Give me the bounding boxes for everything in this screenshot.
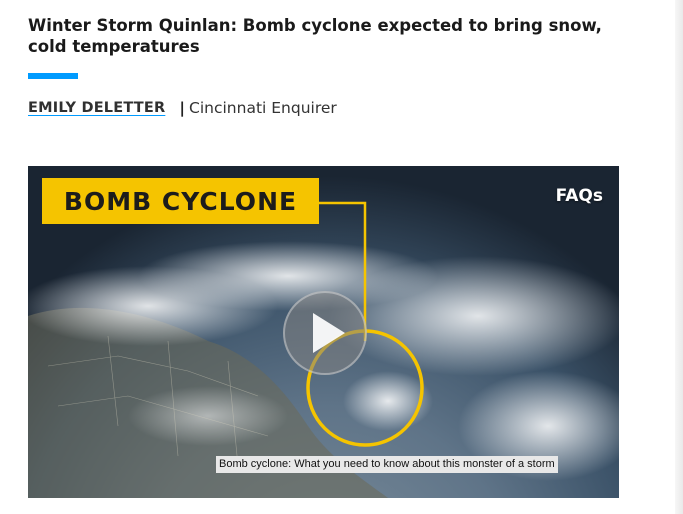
video-caption: Bomb cyclone: What you need to know abou…	[216, 456, 558, 473]
play-icon	[313, 313, 345, 353]
byline: EMILY DELETTER | Cincinnati Enquirer	[28, 98, 337, 118]
play-button[interactable]	[283, 291, 367, 375]
page-edge-shadow	[675, 0, 683, 514]
video-player[interactable]: BOMB CYCLONE FAQs Bomb cyclone: What you…	[28, 166, 619, 498]
article-headline: Winter Storm Quinlan: Bomb cyclone expec…	[28, 16, 602, 56]
publisher-name: Cincinnati Enquirer	[189, 99, 337, 117]
headline-accent-bar	[28, 73, 78, 79]
author-link[interactable]: EMILY DELETTER	[28, 98, 165, 118]
byline-separator: |	[179, 99, 186, 117]
faqs-badge: FAQs	[555, 186, 603, 206]
video-title-label: BOMB CYCLONE	[42, 178, 319, 224]
next-text-line-partial	[28, 507, 228, 514]
